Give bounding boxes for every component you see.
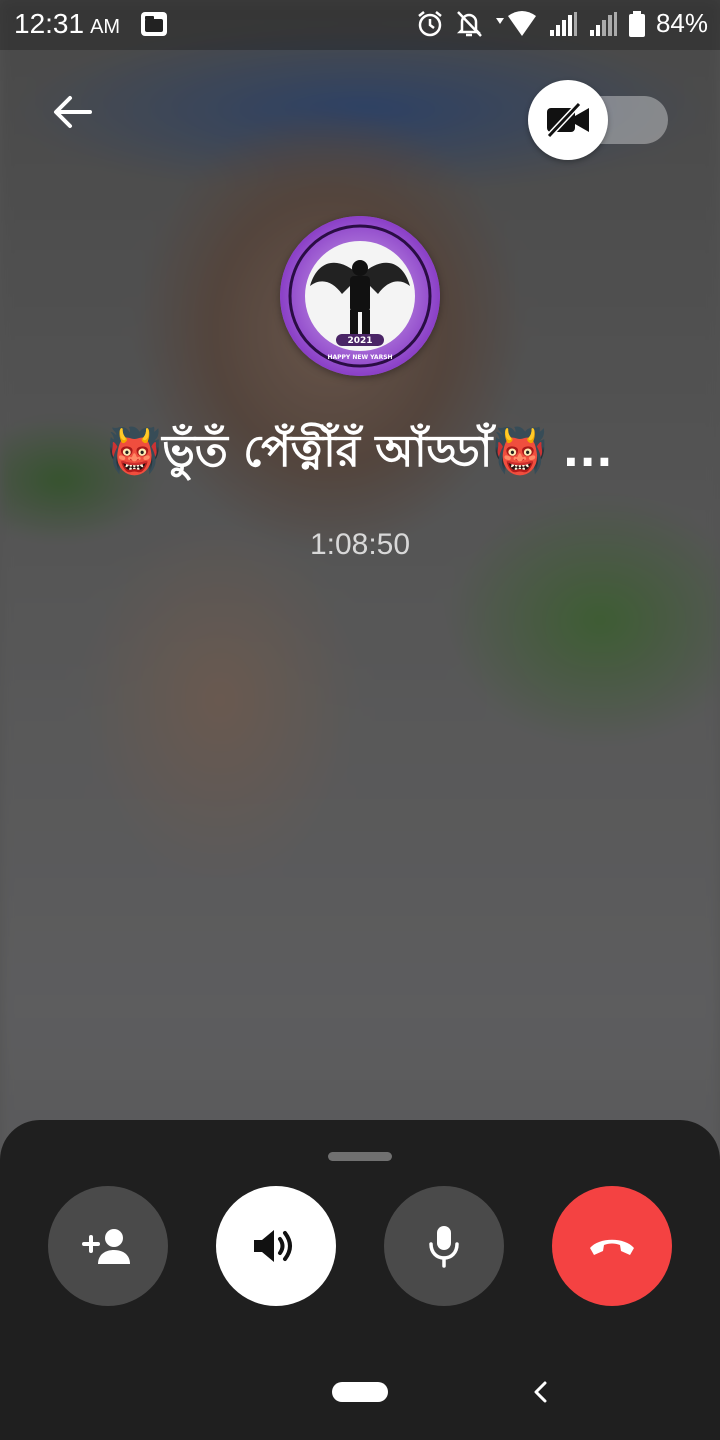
nav-home-button[interactable] bbox=[332, 1382, 388, 1402]
status-time: 12:31 AM bbox=[14, 8, 120, 40]
call-controls-sheet bbox=[0, 1120, 720, 1440]
drag-handle[interactable] bbox=[328, 1152, 392, 1161]
battery-icon bbox=[628, 10, 645, 37]
call-name: 👹ভুঁতঁ পেঁত্নীঁরঁ আঁড্ডাঁ👹 ... bbox=[107, 426, 613, 477]
wifi-icon bbox=[495, 10, 536, 36]
group-avatar-image: 2021 HAPPY NEW YARSH bbox=[280, 216, 440, 376]
status-bar: 12:31 AM 84% bbox=[0, 0, 720, 50]
battery-percent: 84% bbox=[655, 8, 708, 38]
status-time-ampm: AM bbox=[90, 16, 121, 38]
add-person-button[interactable] bbox=[48, 1186, 168, 1306]
speaker-icon bbox=[254, 1230, 292, 1262]
notifications-off-icon bbox=[456, 10, 482, 37]
video-off-icon bbox=[546, 102, 589, 138]
back-arrow-icon bbox=[54, 96, 92, 128]
video-toggle-knob bbox=[528, 80, 608, 160]
folder-icon bbox=[141, 12, 167, 36]
end-call-icon bbox=[590, 1239, 634, 1255]
speaker-button[interactable] bbox=[216, 1186, 336, 1306]
avatar-badge-text: 2021 bbox=[347, 336, 372, 346]
alarm-icon bbox=[418, 10, 442, 36]
video-toggle[interactable] bbox=[528, 80, 668, 160]
nav-back-button[interactable] bbox=[526, 1374, 554, 1410]
avatar-footer-text: HAPPY NEW YARSH bbox=[327, 354, 392, 361]
call-screen: 12:31 AM 84% 2021 HAPPY NEW YARSH 👹ভুঁতঁ… bbox=[0, 0, 720, 1440]
end-call-button[interactable] bbox=[552, 1186, 672, 1306]
add-person-icon bbox=[82, 1229, 130, 1264]
status-time-value: 12:31 bbox=[14, 8, 85, 39]
call-duration: 1:08:50 bbox=[309, 528, 411, 561]
status-icons: 84% bbox=[416, 8, 708, 39]
mic-button[interactable] bbox=[384, 1186, 504, 1306]
signal-icon bbox=[549, 11, 577, 36]
mic-icon bbox=[429, 1226, 459, 1268]
nav-back-icon bbox=[534, 1381, 547, 1403]
back-button[interactable] bbox=[46, 88, 98, 136]
group-avatar: 2021 HAPPY NEW YARSH bbox=[280, 216, 440, 376]
signal-icon-2 bbox=[589, 11, 617, 36]
